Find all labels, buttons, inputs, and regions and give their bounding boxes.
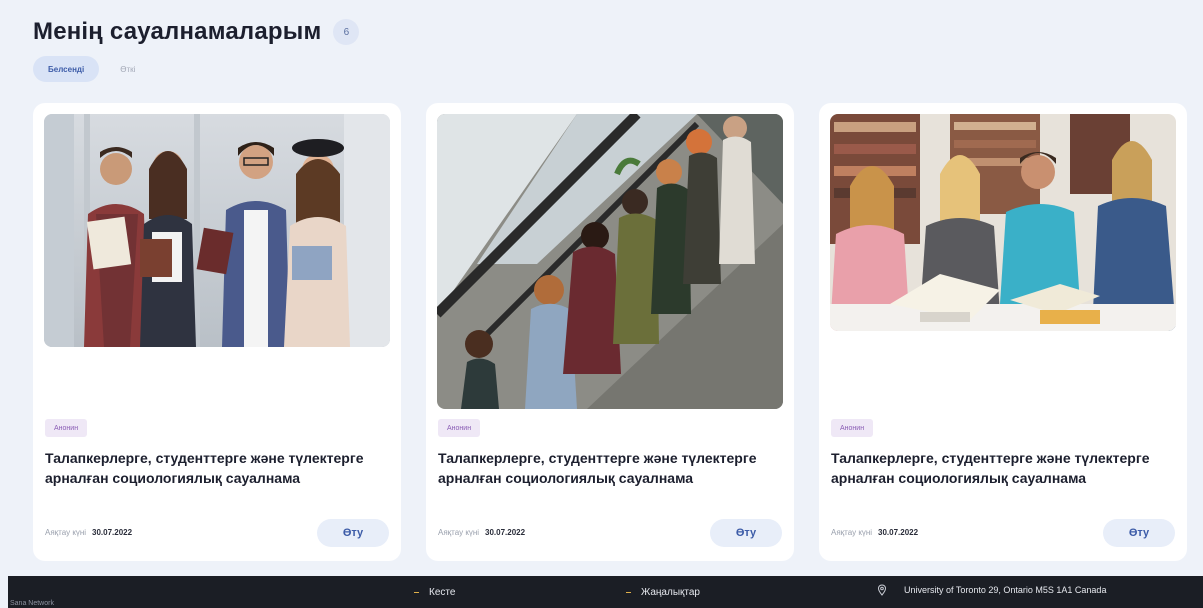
- survey-card[interactable]: Анонин Талапкерлерге, студенттерге және …: [33, 103, 401, 561]
- page-header: Менің сауалнамаларым 6: [33, 18, 360, 46]
- survey-card-image: [830, 114, 1176, 331]
- survey-card-image: [44, 114, 390, 347]
- survey-title-line: арналған социологиялық сауалнама: [45, 470, 301, 486]
- survey-title-line: арналған социологиялық сауалнама: [438, 470, 694, 486]
- deadline-date: 30.07.2022: [92, 528, 133, 537]
- deadline-label: Аяқтау күні: [831, 528, 873, 537]
- deadline-label: Аяқтау күні: [45, 528, 87, 537]
- survey-title: Талапкерлерге, студенттерге және түлекте…: [45, 448, 395, 488]
- dash-icon: [414, 592, 419, 593]
- deadline-label: Аяқтау күні: [438, 528, 480, 537]
- status-tabs: Белсенді Өткі: [33, 56, 150, 82]
- survey-title-line: Талапкерлерге, студенттерге және түлекте…: [438, 450, 757, 466]
- footer-link-label: Жаңалықтар: [641, 587, 700, 598]
- footer-address-text: University of Toronto 29, Ontario M5S 1A…: [904, 585, 1107, 595]
- survey-title-line: Талапкерлерге, студенттерге және түлекте…: [45, 450, 364, 466]
- anonymous-tag: Анонин: [831, 419, 874, 437]
- tab-active[interactable]: Белсенді: [33, 56, 100, 82]
- survey-count-badge: 6: [333, 19, 360, 45]
- anonymous-tag: Анонин: [45, 419, 88, 437]
- survey-title-line: Талапкерлерге, студенттерге және түлекте…: [831, 450, 1150, 466]
- footer-address: University of Toronto 29, Ontario M5S 1A…: [876, 584, 1106, 596]
- footer-link-schedule[interactable]: Кесте: [414, 587, 455, 598]
- page-title: Менің сауалнамаларым: [33, 18, 322, 45]
- survey-title: Талапкерлерге, студенттерге және түлекте…: [831, 448, 1181, 488]
- footer: Sana Network Кесте Жаңалықтар University…: [8, 576, 1203, 608]
- survey-card[interactable]: Анонин Талапкерлерге, студенттерге және …: [819, 103, 1187, 561]
- anonymous-tag: Анонин: [438, 419, 481, 437]
- deadline: Аяқтау күні 30.07.2022: [45, 528, 132, 537]
- location-pin-icon: [877, 584, 887, 596]
- go-button[interactable]: Өту: [1103, 519, 1175, 547]
- deadline-date: 30.07.2022: [485, 528, 526, 537]
- deadline: Аяқтау күні 30.07.2022: [438, 528, 525, 537]
- deadline: Аяқтау күні 30.07.2022: [831, 528, 918, 537]
- survey-card[interactable]: Анонин Талапкерлерге, студенттерге және …: [426, 103, 794, 561]
- tab-past[interactable]: Өткі: [105, 56, 150, 82]
- survey-title: Талапкерлерге, студенттерге және түлекте…: [438, 448, 788, 488]
- deadline-date: 30.07.2022: [878, 528, 919, 537]
- footer-link-label: Кесте: [429, 587, 456, 598]
- survey-title-line: арналған социологиялық сауалнама: [831, 470, 1087, 486]
- go-button[interactable]: Өту: [317, 519, 389, 547]
- go-button[interactable]: Өту: [710, 519, 782, 547]
- footer-corner-text: Sana Network: [10, 600, 54, 607]
- footer-link-news[interactable]: Жаңалықтар: [626, 587, 700, 598]
- survey-card-image: [437, 114, 783, 409]
- dash-icon: [626, 592, 631, 593]
